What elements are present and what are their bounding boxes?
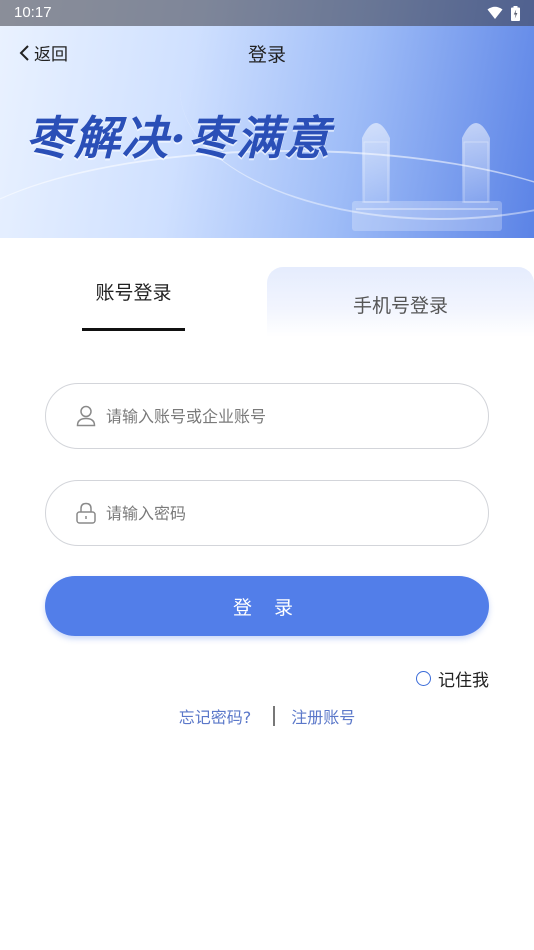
tab-phone-login[interactable]: 手机号登录 [267, 267, 534, 337]
tab-label: 账号登录 [95, 282, 172, 304]
nav-bar: 返回 登录 [0, 34, 534, 70]
status-icons [487, 0, 520, 26]
city-skyline-illustration [352, 123, 502, 231]
tab-active-indicator [82, 328, 185, 331]
battery-icon [511, 5, 520, 21]
banner-slogan: 枣解决·枣满意 [26, 111, 333, 165]
remember-me-label: 记住我 [438, 671, 489, 691]
radio-unchecked-icon[interactable] [416, 671, 431, 686]
user-icon [76, 405, 96, 427]
status-bar: 10:17 [0, 0, 534, 26]
login-button[interactable]: 登 录 [45, 576, 489, 636]
auth-links: 忘记密码? 注册账号 [0, 704, 534, 728]
page-title: 登录 [247, 44, 286, 66]
link-divider [273, 706, 276, 726]
password-input[interactable] [106, 503, 446, 523]
lock-icon [76, 502, 96, 524]
login-tabs: 账号登录 手机号登录 [0, 238, 534, 338]
register-link[interactable]: 注册账号 [291, 704, 355, 728]
tab-account-login[interactable]: 账号登录 [0, 268, 267, 338]
header-banner: 10:17 返回 登录 枣解决·枣满意 [0, 0, 534, 238]
tab-label: 手机号登录 [352, 295, 448, 317]
password-field[interactable] [45, 480, 489, 546]
wifi-icon [487, 6, 503, 19]
remember-me-toggle[interactable]: 记住我 [416, 666, 489, 691]
account-field[interactable] [45, 383, 489, 449]
forgot-password-link[interactable]: 忘记密码? [179, 704, 252, 728]
account-input[interactable] [106, 406, 446, 426]
status-time: 10:17 [14, 4, 52, 21]
